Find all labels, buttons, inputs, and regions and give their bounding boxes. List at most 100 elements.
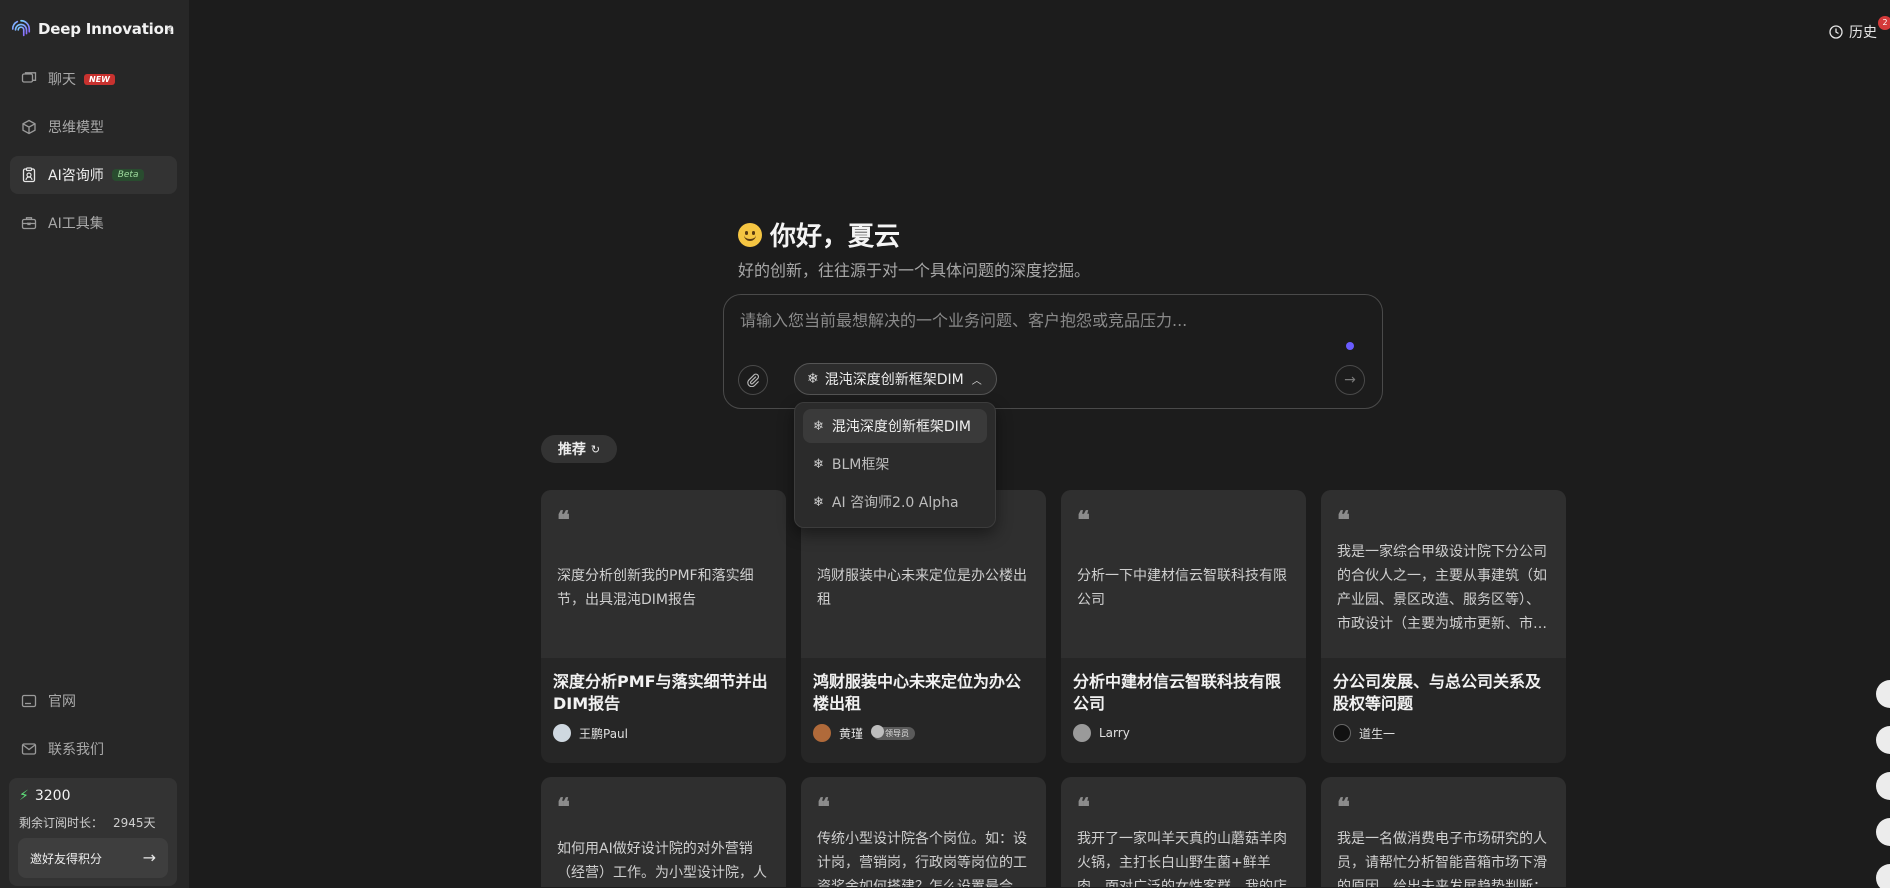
sidebar-item-label: 官网 <box>48 694 76 710</box>
card-author: 王鹏Paul <box>553 724 628 742</box>
history-icon <box>1829 25 1843 39</box>
model-option-label: 混沌深度创新框架DIM <box>831 419 971 435</box>
composer: ❄ 混沌深度创新框架DIM ︿ → <box>723 294 1383 409</box>
sidebar-item-contact[interactable]: 联系我们 <box>10 730 177 768</box>
history-label: 历史 <box>1849 25 1877 41</box>
subscription-value: 2945天 <box>113 816 156 830</box>
quote-icon: ❝ <box>1337 505 1350 534</box>
floating-button[interactable] <box>1876 864 1890 888</box>
attach-button[interactable] <box>738 365 768 395</box>
smile-emoji-icon <box>738 222 762 247</box>
card-body: 分析一下中建材信云智联科技有限公司 <box>1077 568 1287 608</box>
snowflake-icon: ❄ <box>807 371 819 387</box>
status-dot-icon <box>1346 342 1354 350</box>
greeting-title: 你好，夏云 <box>770 222 901 252</box>
cube-icon <box>20 118 38 136</box>
invite-label: 邀好友得积分 <box>30 851 103 866</box>
floating-button[interactable] <box>1876 772 1890 800</box>
card-body: 如何用AI做好设计院的对外营销（经营）工作。为小型设计院，人 <box>557 841 767 881</box>
card-title: 分公司发展、与总公司关系及股权等问题 <box>1333 672 1542 713</box>
prompt-card[interactable]: ❝ 鸿财服装中心未来定位是办公楼出租 鸿财服装中心未来定位为办公楼出租 黄瑾 领… <box>801 490 1046 763</box>
notification-badge: 2 <box>1878 16 1890 30</box>
brand[interactable]: Deep Innovation ‹ <box>10 16 180 42</box>
arrow-right-icon: → <box>142 848 156 867</box>
card-author: 道生一 <box>1333 724 1395 742</box>
author-name: Larry <box>1099 726 1130 740</box>
model-option-dim[interactable]: ❄ 混沌深度创新框架DIM <box>803 409 987 443</box>
model-select-label: 混沌深度创新框架DIM <box>824 372 964 388</box>
recommend-label: 推荐 <box>557 442 586 458</box>
model-option-label: AI 咨询师2.0 Alpha <box>831 495 959 511</box>
quote-icon: ❝ <box>1077 792 1090 821</box>
bottom-nav: 官网 联系我们 <box>10 682 177 778</box>
sidebar-item-ai-toolkit[interactable]: AI工具集 <box>10 204 177 242</box>
prompt-card[interactable]: ❝ 如何用AI做好设计院的对外营销（经营）工作。为小型设计院，人 <box>541 777 786 887</box>
sidebar-item-chat[interactable]: 聊天 NEW <box>10 60 177 98</box>
card-title: 鸿财服装中心未来定位为办公楼出租 <box>813 672 1022 713</box>
mentor-badge: 领导员 <box>871 724 916 740</box>
sidebar: Deep Innovation ‹ 聊天 NEW 思维模型 AI咨询师 Beta <box>0 0 189 888</box>
recommend-refresh-button[interactable]: 推荐 ↻ <box>541 435 617 463</box>
greeting-subtitle: 好的创新，往往源于对一个具体问题的深度挖掘。 <box>738 261 1091 280</box>
author-name: 黄瑾 <box>839 726 864 741</box>
chat-icon <box>20 70 38 88</box>
prompt-card[interactable]: ❝ 分析一下中建材信云智联科技有限公司 分析中建材信云智联科技有限公司 Larr… <box>1061 490 1306 763</box>
refresh-icon: ↻ <box>590 442 601 456</box>
sidebar-item-thinking-models[interactable]: 思维模型 <box>10 108 177 146</box>
card-author: Larry <box>1073 724 1130 742</box>
avatar <box>1333 724 1351 742</box>
model-option-label: BLM框架 <box>831 457 890 473</box>
main-nav: 聊天 NEW 思维模型 AI咨询师 Beta AI工具集 <box>10 60 177 252</box>
monitor-icon <box>20 692 38 710</box>
greeting: 你好，夏云 <box>738 216 900 253</box>
quote-icon: ❝ <box>1077 505 1090 534</box>
prompt-card[interactable]: ❝ 深度分析创新我的PMF和落实细节，出具混沌DIM报告 深度分析PMF与落实细… <box>541 490 786 763</box>
quote-icon: ❝ <box>557 505 570 534</box>
card-body: 我开了一家叫羊天真的山蘑菇羊肉火锅，主打长白山野生菌+鲜羊肉，面对广泛的女性客群… <box>1077 831 1287 887</box>
history-button[interactable]: 历史 2 <box>1828 16 1890 42</box>
avatar <box>553 724 571 742</box>
floating-button[interactable] <box>1876 680 1890 708</box>
author-name: 道生一 <box>1359 726 1396 741</box>
credits-points: ⚡ 3200 <box>19 788 70 804</box>
sidebar-item-ai-consultant[interactable]: AI咨询师 Beta <box>10 156 177 194</box>
prompt-card[interactable]: ❝ 我是一家综合甲级设计院下分公司的合伙人之一，主要从事建筑（如产业园、景区改造… <box>1321 490 1566 763</box>
new-badge: NEW <box>84 73 115 85</box>
avatar <box>1073 724 1091 742</box>
sidebar-item-website[interactable]: 官网 <box>10 682 177 720</box>
send-button[interactable]: → <box>1335 365 1365 395</box>
floating-button[interactable] <box>1876 818 1890 846</box>
card-body: 传统小型设计院各个岗位。如：设计岗，营销岗，行政岗等岗位的工资奖金如何搭建？怎么… <box>817 831 1027 887</box>
prompt-card[interactable]: ❝ 我开了一家叫羊天真的山蘑菇羊肉火锅，主打长白山野生菌+鲜羊肉，面对广泛的女性… <box>1061 777 1306 887</box>
paperclip-icon <box>747 373 759 387</box>
sidebar-item-label: AI咨询师 <box>48 168 104 184</box>
arrow-right-icon: → <box>1344 372 1356 388</box>
toolbox-icon <box>20 214 38 232</box>
sidebar-item-label: AI工具集 <box>48 216 104 232</box>
card-body: 鸿财服装中心未来定位是办公楼出租 <box>817 568 1027 608</box>
subscription-label: 剩余订阅时长： <box>19 816 104 830</box>
chevron-left-icon[interactable]: ‹ <box>160 18 180 40</box>
card-body: 我是一家综合甲级设计院下分公司的合伙人之一，主要从事建筑（如产业园、景区改造、服… <box>1337 544 1547 632</box>
clipboard-icon <box>20 166 38 184</box>
model-dropdown: ❄ 混沌深度创新框架DIM ❄ BLM框架 ❄ AI 咨询师2.0 Alpha <box>794 402 996 528</box>
model-option-ai-consultant-2[interactable]: ❄ AI 咨询师2.0 Alpha <box>803 485 987 519</box>
prompt-card[interactable]: ❝ 传统小型设计院各个岗位。如：设计岗，营销岗，行政岗等岗位的工资奖金如何搭建？… <box>801 777 1046 887</box>
card-body: 我是一名做消费电子市场研究的人员，请帮忙分析智能音箱市场下滑的原因，给出未来发展… <box>1337 831 1547 887</box>
card-title: 分析中建材信云智联科技有限公司 <box>1073 672 1282 713</box>
model-option-blm[interactable]: ❄ BLM框架 <box>803 447 987 481</box>
points-value: 3200 <box>34 788 71 804</box>
brand-name: Deep Innovation <box>38 20 175 38</box>
card-body: 深度分析创新我的PMF和落实细节，出具混沌DIM报告 <box>557 568 754 608</box>
card-title: 深度分析PMF与落实细节并出DIM报告 <box>553 672 768 713</box>
snowflake-icon: ❄ <box>813 456 824 472</box>
avatar <box>813 724 831 742</box>
invite-friends-button[interactable]: 邀好友得积分 → <box>18 838 168 878</box>
model-select-button[interactable]: ❄ 混沌深度创新框架DIM ︿ <box>794 363 997 395</box>
question-input[interactable] <box>740 307 1320 333</box>
floating-button[interactable] <box>1876 726 1890 754</box>
subscription-remaining: 剩余订阅时长： 2945天 <box>19 814 156 831</box>
sidebar-item-label: 思维模型 <box>48 120 104 136</box>
prompt-card[interactable]: ❝ 我是一名做消费电子市场研究的人员，请帮忙分析智能音箱市场下滑的原因，给出未来… <box>1321 777 1566 887</box>
card-author: 黄瑾 领导员 <box>813 724 916 742</box>
